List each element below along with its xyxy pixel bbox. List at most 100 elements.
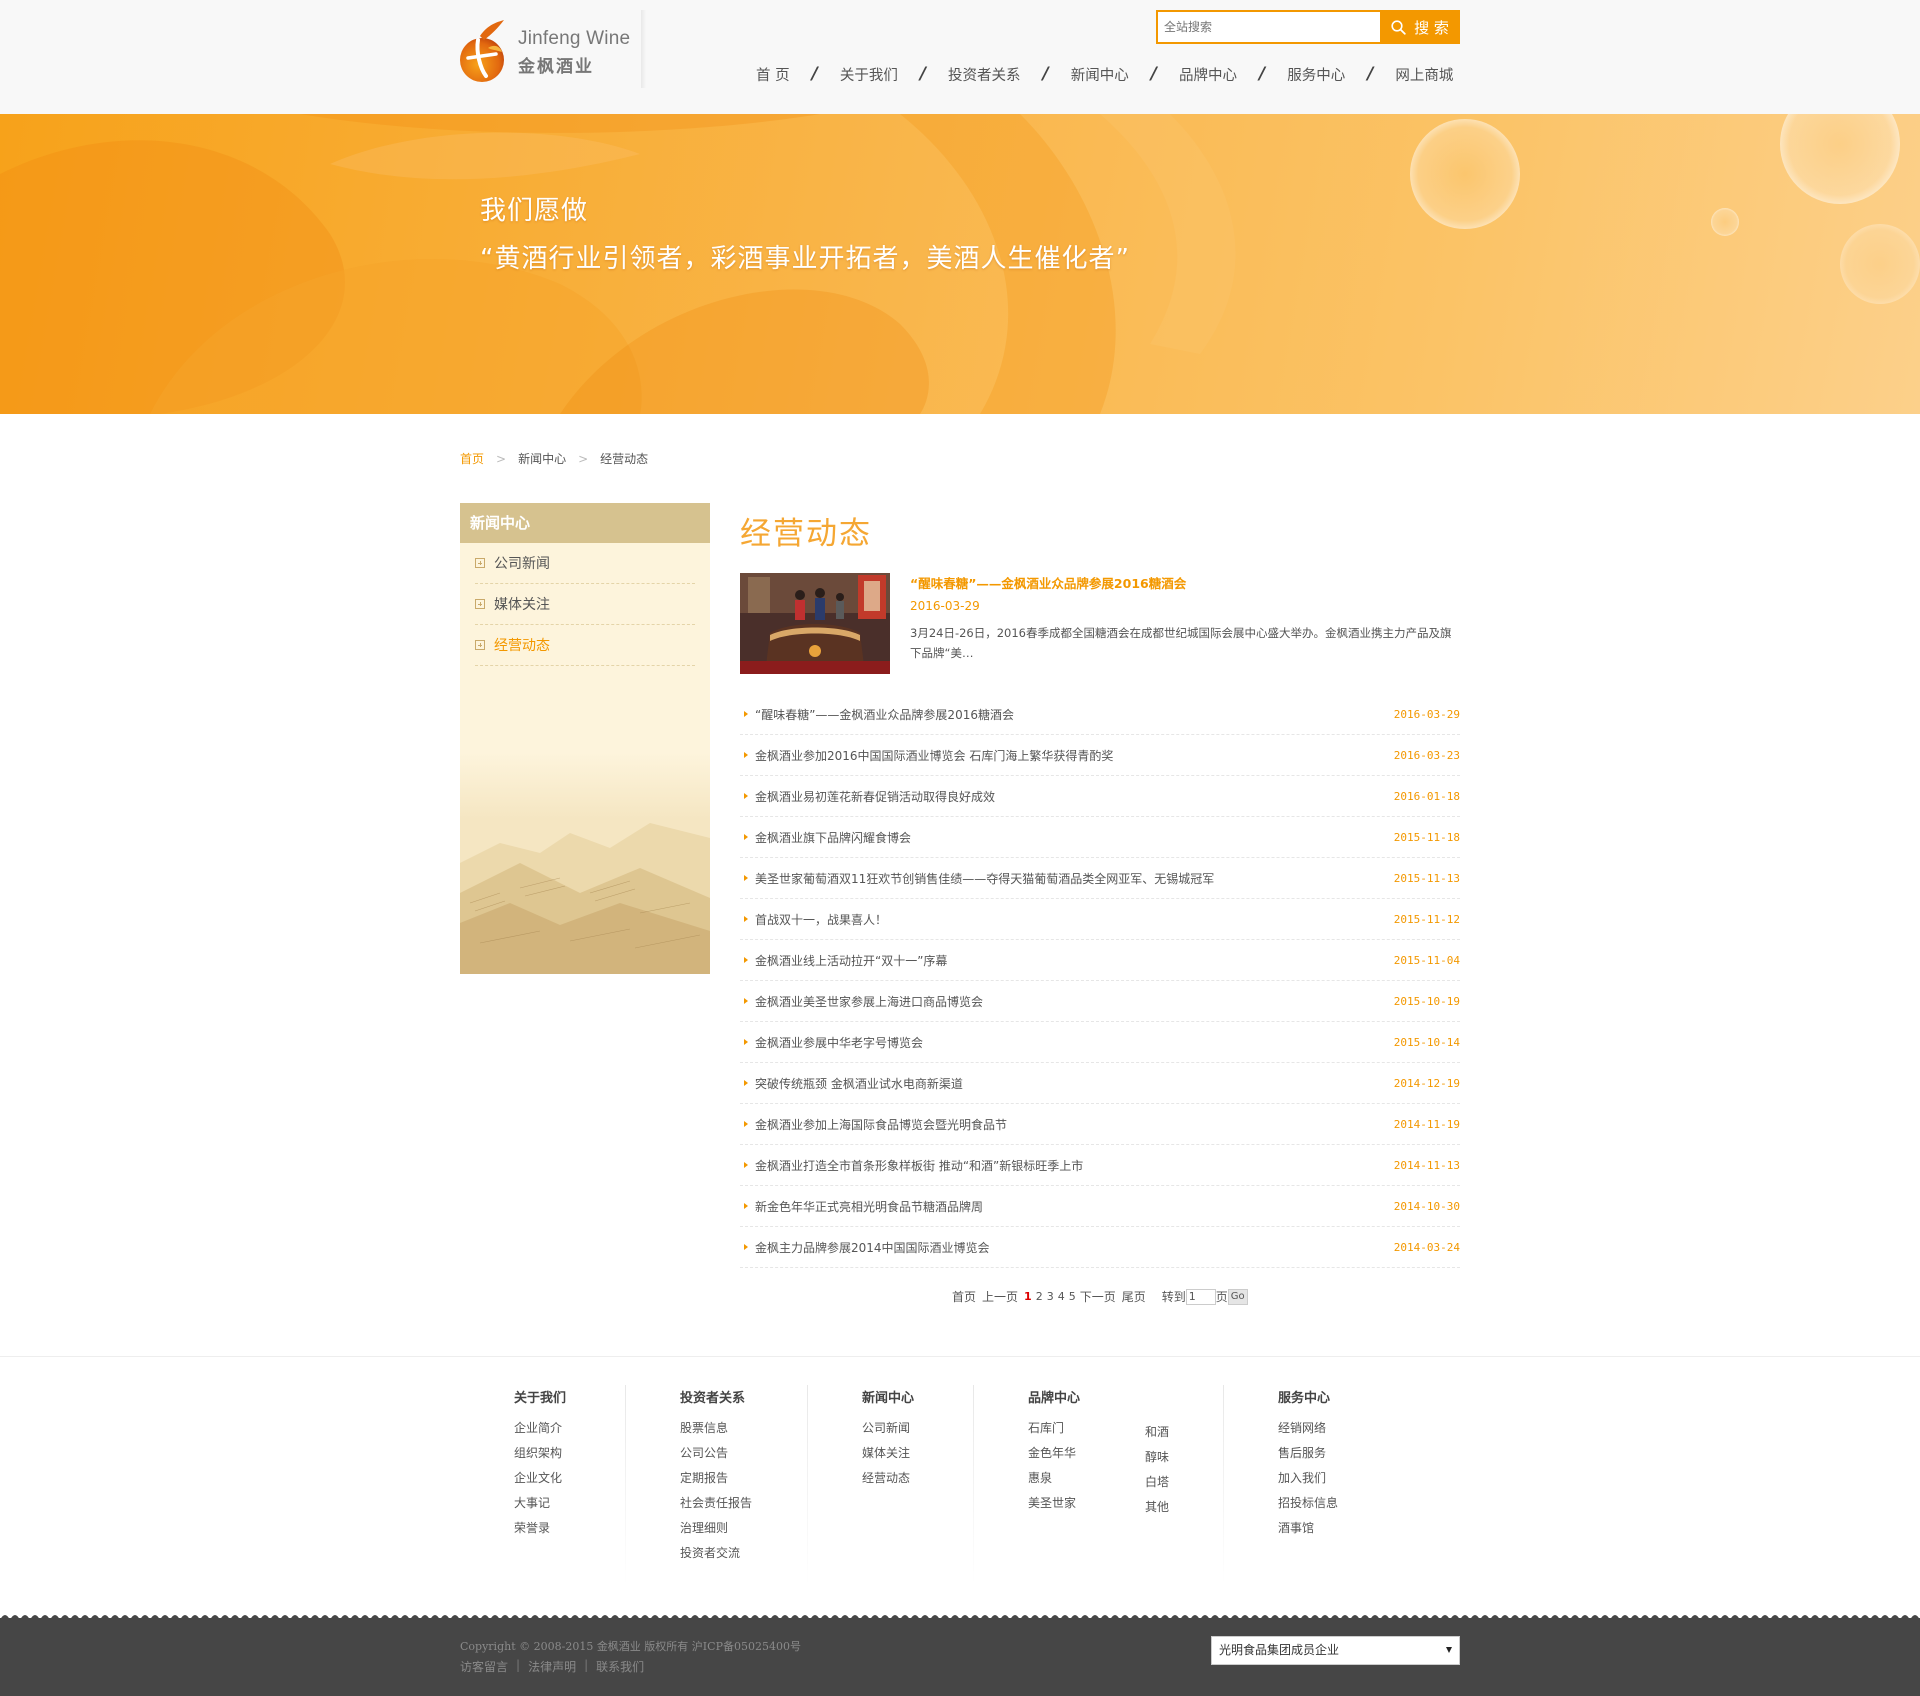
list-item[interactable]: 金枫酒业参加2016中国国际酒业博览会 石库门海上繁华获得青酌奖 2016-03-…: [740, 735, 1460, 776]
bullet-triangle-icon: [744, 752, 748, 758]
group-companies-select[interactable]: 光明食品集团成员企业: [1211, 1636, 1460, 1665]
bullet-triangle-icon: [744, 1080, 748, 1086]
pager-page[interactable]: 4: [1058, 1290, 1065, 1303]
guestbook-link[interactable]: 访客留言: [460, 1658, 508, 1675]
nav-news[interactable]: 新闻中心: [1071, 64, 1129, 85]
featured-article-image[interactable]: [740, 573, 890, 674]
search-button[interactable]: 搜 索: [1380, 10, 1460, 44]
news-title: 金枫酒业旗下品牌闪耀食博会: [755, 830, 912, 845]
nav-investor[interactable]: 投资者关系: [948, 64, 1021, 85]
footer-link[interactable]: 加入我们: [1278, 1466, 1338, 1491]
list-item[interactable]: “醒味春糖”——金枫酒业众品牌参展2016糖酒会 2016-03-29: [740, 694, 1460, 735]
exhibition-booth-photo: [740, 573, 890, 674]
footer-link[interactable]: 石库门: [1028, 1416, 1080, 1441]
footer-divider: [807, 1385, 808, 1585]
list-item[interactable]: 美圣世家葡萄酒双11狂欢节创销售佳绩——夺得天猫葡萄酒品类全网亚军、无锡城冠军 2…: [740, 858, 1460, 899]
footer-link[interactable]: 美圣世家: [1028, 1491, 1080, 1516]
footer-link[interactable]: 公司公告: [680, 1441, 752, 1466]
sidebar-item-label: 经营动态: [494, 638, 550, 654]
search-icon: [1391, 19, 1406, 35]
footer-link[interactable]: 企业文化: [514, 1466, 566, 1491]
footer-link[interactable]: 酒事馆: [1278, 1516, 1338, 1541]
nav-separator: /: [1150, 64, 1157, 84]
pager-first[interactable]: 首页: [952, 1288, 976, 1305]
pager-page[interactable]: 3: [1047, 1290, 1054, 1303]
footer-link[interactable]: 公司新闻: [862, 1416, 914, 1441]
pager-page[interactable]: 5: [1069, 1290, 1076, 1303]
site-logo[interactable]: Jinfeng Wine 金枫酒业: [458, 18, 648, 88]
bullet-triangle-icon: [744, 957, 748, 963]
footer-link[interactable]: 醇味: [1145, 1445, 1169, 1470]
search-input[interactable]: [1164, 17, 1374, 37]
footer-link[interactable]: 媒体关注: [862, 1441, 914, 1466]
pager-next[interactable]: 下一页: [1080, 1288, 1116, 1305]
list-item[interactable]: 金枫主力品牌参展2014中国国际酒业博览会 2014-03-24: [740, 1227, 1460, 1268]
footer-link[interactable]: 经营动态: [862, 1466, 914, 1491]
list-item[interactable]: 金枫酒业线上活动拉开“双十一”序幕 2015-11-04: [740, 940, 1460, 981]
list-item[interactable]: 金枫酒业易初莲花新春促销活动取得良好成效 2016-01-18: [740, 776, 1460, 817]
pager-prev[interactable]: 上一页: [982, 1288, 1018, 1305]
legal-link[interactable]: 法律声明: [528, 1658, 576, 1675]
footer-link[interactable]: 其他: [1145, 1495, 1169, 1520]
pager-goto-input[interactable]: 1: [1185, 1288, 1216, 1305]
footer-link[interactable]: 组织架构: [514, 1441, 566, 1466]
list-item[interactable]: 新金色年华正式亮相光明食品节糖酒品牌周 2014-10-30: [740, 1186, 1460, 1227]
footer-link[interactable]: 惠泉: [1028, 1466, 1080, 1491]
breadcrumb-home[interactable]: 首页: [460, 450, 484, 467]
footer-link[interactable]: 投资者交流: [680, 1541, 752, 1566]
contact-link[interactable]: 联系我们: [596, 1658, 644, 1675]
footer-link[interactable]: 社会责任报告: [680, 1491, 752, 1516]
sidebar-item-operations[interactable]: 经营动态: [475, 625, 695, 666]
list-item[interactable]: 金枫酒业参展中华老字号博览会 2015-10-14: [740, 1022, 1460, 1063]
plus-box-icon: [475, 640, 485, 650]
breadcrumb: 首页 > 新闻中心 > 经营动态: [460, 450, 648, 467]
link-separator: |: [584, 1658, 589, 1672]
footer-link[interactable]: 金色年华: [1028, 1441, 1080, 1466]
pager-page-current[interactable]: 1: [1024, 1290, 1032, 1303]
footer-link[interactable]: 招投标信息: [1278, 1491, 1338, 1516]
list-item[interactable]: 金枫酒业旗下品牌闪耀食博会 2015-11-18: [740, 817, 1460, 858]
footer-link[interactable]: 售后服务: [1278, 1441, 1338, 1466]
list-item[interactable]: 金枫酒业美圣世家参展上海进口商品博览会 2015-10-19: [740, 981, 1460, 1022]
nav-home[interactable]: 首 页: [756, 64, 790, 85]
sidebar-item-company-news[interactable]: 公司新闻: [475, 543, 695, 584]
search-button-label: 搜 索: [1414, 18, 1449, 37]
footer-bottom-links: 访客留言 | 法律声明 | 联系我们: [460, 1658, 644, 1675]
news-date: 2015-11-18: [1393, 830, 1460, 844]
footer-link[interactable]: 大事记: [514, 1491, 566, 1516]
pager-page-suffix: 页: [1215, 1290, 1228, 1304]
list-item[interactable]: 突破传统瓶颈 金枫酒业试水电商新渠道 2014-12-19: [740, 1063, 1460, 1104]
sidebar-item-media[interactable]: 媒体关注: [475, 584, 695, 625]
featured-article[interactable]: “醒味春糖”——金枫酒业众品牌参展2016糖酒会 2016-03-29 3月24…: [740, 573, 1460, 675]
breadcrumb-news[interactable]: 新闻中心: [518, 450, 566, 467]
footer-link[interactable]: 治理细则: [680, 1516, 752, 1541]
page-title: 经营动态: [740, 516, 872, 552]
footer-link[interactable]: 定期报告: [680, 1466, 752, 1491]
footer-link[interactable]: 企业简介: [514, 1416, 566, 1441]
bullet-triangle-icon: [744, 793, 748, 799]
footer-link[interactable]: 和酒: [1145, 1420, 1169, 1445]
pager-go-button[interactable]: Go: [1227, 1288, 1248, 1305]
list-item[interactable]: 金枫酒业参加上海国际食品博览会暨光明食品节 2014-11-19: [740, 1104, 1460, 1145]
nav-about[interactable]: 关于我们: [840, 64, 898, 85]
footer-link[interactable]: 白塔: [1145, 1470, 1169, 1495]
pager-page[interactable]: 2: [1036, 1290, 1043, 1303]
nav-shop[interactable]: 网上商城: [1395, 64, 1453, 85]
featured-article-title[interactable]: “醒味春糖”——金枫酒业众品牌参展2016糖酒会: [910, 573, 1186, 592]
bullet-triangle-icon: [744, 1039, 748, 1045]
news-title: 金枫酒业参展中华老字号博览会: [755, 1035, 924, 1050]
footer-link[interactable]: 股票信息: [680, 1416, 752, 1441]
nav-brand[interactable]: 品牌中心: [1179, 64, 1237, 85]
footer-link[interactable]: 荣誉录: [514, 1516, 566, 1541]
news-date: 2015-10-14: [1393, 1035, 1460, 1049]
hero-banner: 我们愿做 “黄酒行业引领者，彩酒事业开拓者，美酒人生催化者”: [0, 114, 1920, 414]
pagination: 首页 上一页 1 2 3 4 5 下一页 尾页 转到 1 页 Go: [952, 1288, 1254, 1305]
footer-link[interactable]: 经销网络: [1278, 1416, 1338, 1441]
nav-service[interactable]: 服务中心: [1287, 64, 1345, 85]
list-item[interactable]: 首战双十一，战果喜人！ 2015-11-12: [740, 899, 1460, 940]
list-item[interactable]: 金枫酒业打造全市首条形象样板街 推动“和酒”新银标旺季上市 2014-11-13: [740, 1145, 1460, 1186]
nav-separator: /: [811, 64, 818, 84]
group-select-value: 光明食品集团成员企业: [1219, 1643, 1340, 1657]
pager-last[interactable]: 尾页: [1122, 1288, 1146, 1305]
nav-separator: /: [1367, 64, 1374, 84]
